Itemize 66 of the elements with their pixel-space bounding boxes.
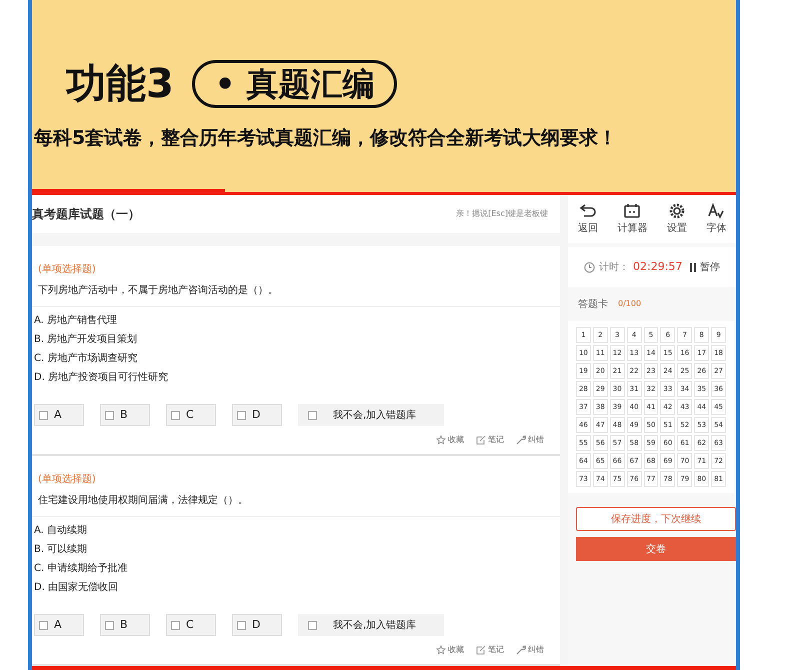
toolbar-button[interactable]: 计算器 — [617, 202, 648, 236]
checkbox[interactable] — [171, 620, 180, 630]
banner-pill: • 真题汇编 — [192, 60, 398, 108]
answer-choice[interactable]: B — [100, 404, 150, 426]
toolbar-button[interactable]: 设置 — [666, 202, 687, 236]
answer-card-title: 答题卡 — [578, 298, 608, 312]
answer-choice[interactable]: C — [166, 404, 216, 426]
pause-icon — [690, 262, 696, 272]
checkbox[interactable] — [308, 410, 317, 420]
option-text: A. 房地产销售代理 — [34, 315, 118, 327]
answer-choice[interactable]: A — [34, 404, 84, 426]
star-icon — [436, 645, 446, 655]
answer-choice[interactable]: C — [166, 614, 216, 636]
star-icon — [436, 435, 446, 445]
clock-icon — [584, 262, 595, 272]
exam-hint: 亲！摁说[Esc]键是老板键 — [456, 208, 548, 220]
option-text: D. 房地产投资项目可行性研究 — [34, 372, 170, 384]
checkbox[interactable] — [39, 620, 48, 630]
question-type: (单项选择题) — [38, 472, 97, 487]
option-text: C. 房地产市场调查研究 — [34, 353, 138, 365]
pause-button[interactable]: 暂停 — [690, 260, 720, 274]
settings-icon — [668, 202, 686, 218]
wrench-icon — [516, 435, 526, 445]
save-progress-button[interactable]: 保存进度，下次继续 — [576, 507, 736, 531]
edit-icon — [476, 645, 486, 655]
answer-choice[interactable]: A — [34, 614, 84, 636]
checkbox[interactable] — [105, 620, 114, 630]
checkbox[interactable] — [237, 410, 246, 420]
back-arrow-icon — [578, 202, 597, 218]
question-action[interactable]: 纠错 — [516, 644, 544, 656]
question-action[interactable]: 笔记 — [476, 434, 504, 446]
submit-button[interactable]: 交卷 — [576, 537, 736, 561]
font-icon — [707, 202, 726, 218]
timer-value: 02:29:57 — [633, 258, 682, 275]
toolbar-button[interactable]: 返回 — [578, 202, 598, 236]
option-text: A. 自动续期 — [34, 525, 88, 537]
toolbar-button[interactable]: 字体 — [706, 202, 726, 236]
question-action[interactable]: 收藏 — [436, 644, 464, 656]
question-type: (单项选择题) — [38, 262, 97, 277]
wrench-icon — [516, 645, 526, 655]
question-action[interactable]: 纠错 — [516, 434, 544, 446]
answer-choice[interactable]: D — [232, 614, 282, 636]
timer-label: 计时： — [599, 260, 629, 274]
option-text: B. 可以续期 — [34, 544, 88, 556]
banner-heading: 功能3 — [66, 60, 174, 108]
question-action[interactable]: 笔记 — [476, 644, 504, 656]
checkbox[interactable] — [105, 410, 114, 420]
question-text: 下列房地产活动中，不属于房地产咨询活动的是（）。 — [38, 284, 279, 298]
option-text: C. 申请续期给予批准 — [34, 563, 128, 575]
exam-title: 真考题库试题（一） — [32, 206, 140, 224]
checkbox[interactable] — [237, 620, 246, 630]
checkbox[interactable] — [308, 620, 317, 630]
question-text: 住宅建设用地使用权期间届满，法律规定（）。 — [38, 494, 249, 508]
option-text: D. 由国家无偿收回 — [34, 582, 120, 594]
answer-choice[interactable]: B — [100, 614, 150, 636]
option-text: B. 房地产开发项目策划 — [34, 334, 138, 346]
edit-icon — [476, 435, 486, 445]
unknown-choice[interactable]: 我不会,加入错题库 — [298, 614, 444, 636]
question-action[interactable]: 收藏 — [436, 434, 464, 446]
calculator-icon — [623, 202, 642, 218]
checkbox[interactable] — [39, 410, 48, 420]
answer-choice[interactable]: D — [232, 404, 282, 426]
answer-count: 0/100 — [618, 298, 642, 310]
unknown-choice[interactable]: 我不会,加入错题库 — [298, 404, 444, 426]
checkbox[interactable] — [171, 410, 180, 420]
banner-subtitle: 每科5套试卷，整合历年考试真题汇编，修改符合全新考试大纲要求！ — [34, 126, 618, 151]
